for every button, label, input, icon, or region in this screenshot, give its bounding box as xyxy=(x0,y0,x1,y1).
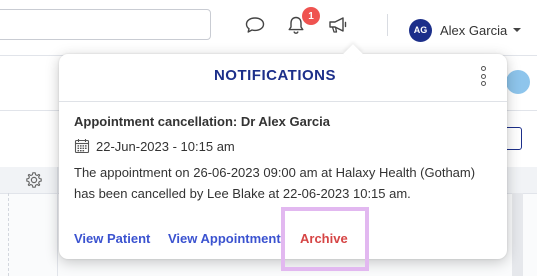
user-menu[interactable]: AG Alex Garcia xyxy=(409,18,522,42)
notifications-popup: NOTIFICATIONS Appointment cancellation: … xyxy=(59,44,507,259)
table-column-divider xyxy=(57,167,58,276)
notification-title: Appointment cancellation: Dr Alex Garcia xyxy=(74,114,330,129)
view-patient-link[interactable]: View Patient xyxy=(74,231,150,246)
notification-date-text: 22-Jun-2023 - 10:15 am xyxy=(96,138,235,154)
help-circle-icon[interactable] xyxy=(506,70,530,94)
notification-count-badge: 1 xyxy=(302,7,320,25)
user-name: Alex Garcia xyxy=(440,22,508,38)
gear-icon[interactable] xyxy=(25,171,43,189)
calendar-icon xyxy=(74,139,90,154)
more-options-icon[interactable] xyxy=(477,66,489,86)
chevron-down-icon xyxy=(513,28,522,32)
popup-title: NOTIFICATIONS xyxy=(213,67,337,84)
notification-date: 22-Jun-2023 - 10:15 am xyxy=(74,138,235,154)
notification-body: The appointment on 26-06-2023 09:00 am a… xyxy=(74,165,476,201)
archive-link[interactable]: Archive xyxy=(300,231,348,246)
header-divider xyxy=(387,14,388,36)
search-input[interactable] xyxy=(0,9,211,40)
avatar: AG xyxy=(409,18,432,42)
divider xyxy=(59,101,507,102)
megaphone-icon[interactable] xyxy=(327,14,349,36)
table-column-divider xyxy=(8,193,10,276)
scrollbar[interactable] xyxy=(512,193,523,276)
chat-bubble-icon[interactable] xyxy=(244,14,266,36)
top-header: 1 AG Alex Garcia xyxy=(0,0,537,56)
view-appointment-link[interactable]: View Appointment xyxy=(168,231,281,246)
